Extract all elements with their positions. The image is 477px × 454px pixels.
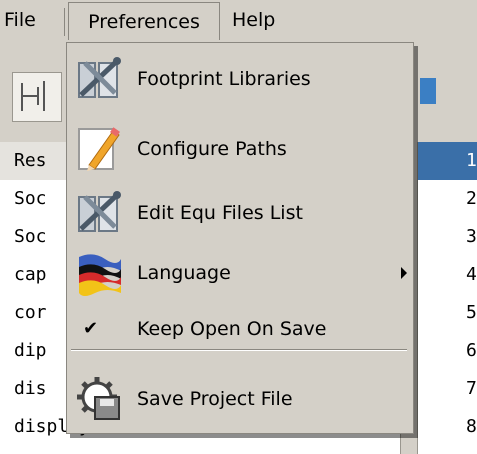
menu-item-label: Save Project File xyxy=(137,388,293,410)
menu-help[interactable]: Help xyxy=(232,0,292,40)
index-cell[interactable]: 5 xyxy=(418,294,477,332)
pencil-paper-icon xyxy=(78,127,120,171)
index-cell[interactable]: 2 xyxy=(418,180,477,218)
index-cell[interactable]: 3 xyxy=(418,218,477,256)
menu-file[interactable]: File xyxy=(0,0,66,40)
menu-item-language[interactable]: Language xyxy=(67,243,413,303)
menu-item-save-project-file[interactable]: Save Project File xyxy=(67,369,413,429)
index-list[interactable]: 1 2 3 4 5 6 7 8 xyxy=(418,142,477,454)
index-cell[interactable]: 7 xyxy=(418,370,477,408)
menu-item-label: Language xyxy=(137,262,231,284)
toolbar-blue-icon[interactable] xyxy=(420,78,436,104)
library-tools-icon xyxy=(78,191,121,232)
preferences-menu: Footprint Libraries Configure Paths Edit… xyxy=(66,42,414,434)
menu-separator xyxy=(71,349,407,351)
menu-preferences[interactable]: Preferences xyxy=(68,2,220,40)
index-cell[interactable]: 1 xyxy=(418,142,477,180)
flag-icon xyxy=(79,254,121,296)
menu-item-label: Configure Paths xyxy=(137,138,287,160)
menu-item-configure-paths[interactable]: Configure Paths xyxy=(67,119,413,179)
schematic-icon[interactable] xyxy=(12,72,62,122)
menu-item-footprint-libraries[interactable]: Footprint Libraries xyxy=(67,49,413,109)
menu-divider xyxy=(64,8,65,36)
index-cell[interactable]: 4 xyxy=(418,256,477,294)
index-cell[interactable]: 8 xyxy=(418,408,477,446)
library-tools-icon xyxy=(78,57,121,98)
gear-save-icon xyxy=(77,377,120,420)
index-cell[interactable]: 6 xyxy=(418,332,477,370)
submenu-arrow-icon xyxy=(401,267,407,279)
menu-item-edit-equ-files-list[interactable]: Edit Equ Files List xyxy=(67,183,413,243)
menu-item-label: Footprint Libraries xyxy=(137,68,311,90)
menu-item-label: Edit Equ Files List xyxy=(137,202,303,224)
menu-bar: File Preferences Help xyxy=(0,0,477,43)
